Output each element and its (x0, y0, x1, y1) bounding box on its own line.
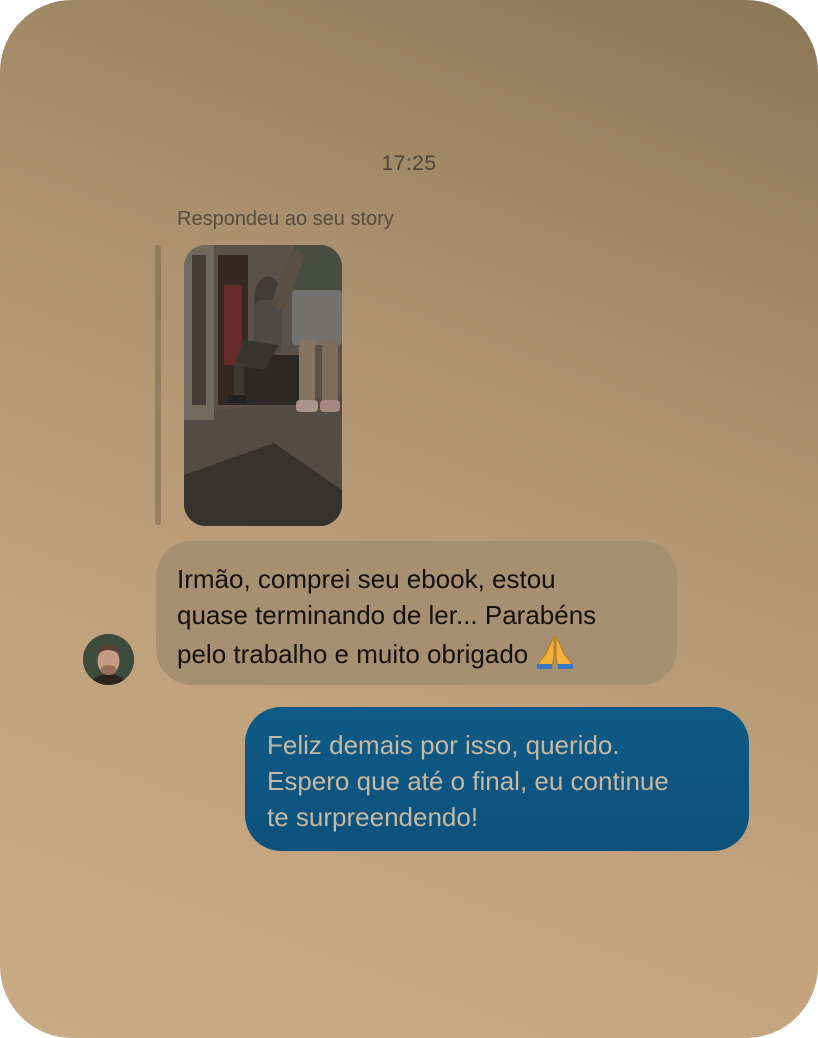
story-thumbnail[interactable] (184, 245, 342, 526)
praying-hands-icon (537, 635, 574, 669)
story-photo-gym (184, 245, 342, 526)
contact-avatar[interactable] (83, 634, 134, 685)
incoming-message-text: Irmão, comprei seu ebook, estou quase te… (177, 564, 597, 669)
praying-hands-emoji (535, 633, 575, 678)
message-timestamp: 17:25 (381, 152, 437, 175)
reply-indicator-bar (155, 245, 161, 525)
chat-screen: 17:25 Respondeu ao seu story Irmão, comp… (0, 0, 818, 1038)
story-reply-label: Respondeu ao seu story (177, 208, 394, 230)
incoming-message-bubble[interactable]: Irmão, comprei seu ebook, estou quase te… (156, 541, 677, 685)
outgoing-message-text: Feliz demais por isso, querido. Espero q… (267, 730, 669, 832)
outgoing-message-bubble[interactable]: Feliz demais por isso, querido. Espero q… (245, 707, 749, 851)
avatar-photo (83, 634, 134, 685)
